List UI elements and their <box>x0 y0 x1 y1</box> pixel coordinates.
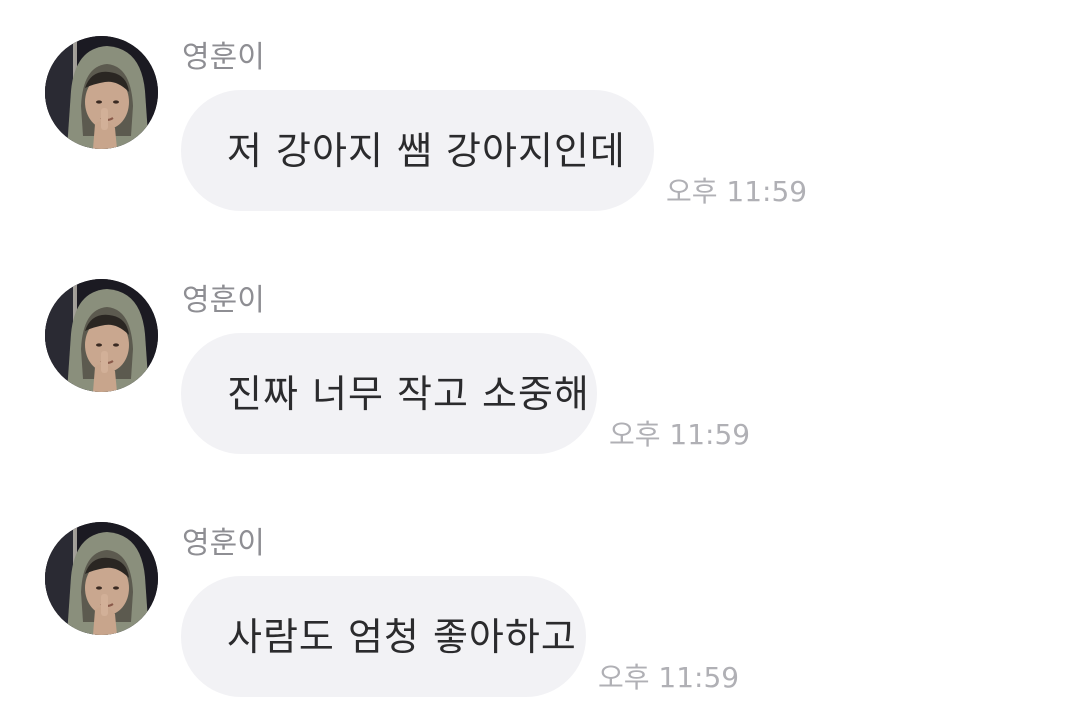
message-text: 저 강아지 쌤 강아지인데 <box>227 128 626 173</box>
message-timestamp: 오후 11:59 <box>666 175 808 208</box>
profile-photo-icon <box>45 36 158 149</box>
sender-name: 영훈이 <box>182 40 265 75</box>
message-bubble[interactable]: 사람도 엄청 좋아하고 <box>181 576 586 697</box>
message-timestamp: 오후 11:59 <box>609 418 751 451</box>
profile-photo-icon <box>45 279 158 392</box>
profile-avatar[interactable] <box>45 36 158 149</box>
message-bubble[interactable]: 진짜 너무 작고 소중해 <box>181 333 597 454</box>
message-row: 영훈이 사람도 엄청 좋아하고 오후 11:59 <box>0 522 1080 702</box>
profile-photo-icon <box>45 522 158 635</box>
message-text: 사람도 엄청 좋아하고 <box>227 614 577 659</box>
sender-name: 영훈이 <box>182 283 265 318</box>
profile-avatar[interactable] <box>45 279 158 392</box>
sender-name: 영훈이 <box>182 526 265 561</box>
message-row: 영훈이 저 강아지 쌤 강아지인데 오후 11:59 <box>0 36 1080 216</box>
message-row: 영훈이 진짜 너무 작고 소중해 오후 11:59 <box>0 279 1080 459</box>
message-timestamp: 오후 11:59 <box>598 661 740 694</box>
message-bubble[interactable]: 저 강아지 쌤 강아지인데 <box>181 90 654 211</box>
chat-message-list: 영훈이 저 강아지 쌤 강아지인데 오후 11:59 영훈이 진짜 너무 작고 … <box>0 0 1080 728</box>
profile-avatar[interactable] <box>45 522 158 635</box>
message-text: 진짜 너무 작고 소중해 <box>227 371 590 416</box>
